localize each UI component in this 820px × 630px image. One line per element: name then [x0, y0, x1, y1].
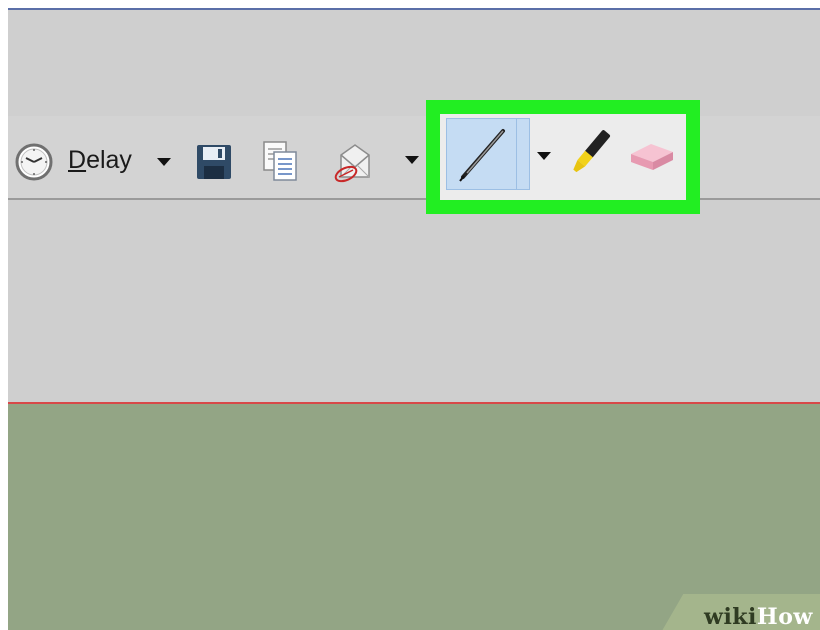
pen-icon [459, 129, 505, 182]
pen-tools-highlight-box [426, 100, 700, 214]
save-icon[interactable] [192, 140, 236, 184]
delay-dropdown-arrow-icon[interactable] [154, 154, 174, 170]
copy-icon[interactable] [258, 138, 302, 186]
capture-canvas: wikiHow [8, 402, 820, 630]
pen-button[interactable] [446, 118, 530, 190]
pen-dropdown-arrow-icon[interactable] [534, 148, 554, 164]
watermark-wiki: wiki [704, 604, 757, 630]
delay-label: elay [86, 146, 132, 174]
highlighter-icon[interactable] [564, 122, 614, 186]
send-email-icon[interactable] [330, 136, 380, 188]
watermark-how: How [756, 604, 813, 630]
wikihow-watermark: wikiHow [704, 604, 813, 630]
snipping-tool-window: Delay wikiHow [8, 8, 820, 630]
eraser-icon[interactable] [624, 130, 680, 178]
pen-button-divider [516, 118, 517, 190]
clock-icon[interactable] [12, 140, 56, 184]
delay-label-accelerator: D [68, 146, 87, 174]
delay-button[interactable]: Delay [68, 146, 132, 175]
pen-tools-group [440, 114, 686, 200]
email-dropdown-arrow-icon[interactable] [402, 152, 422, 168]
toolbar: Delay [8, 100, 820, 214]
